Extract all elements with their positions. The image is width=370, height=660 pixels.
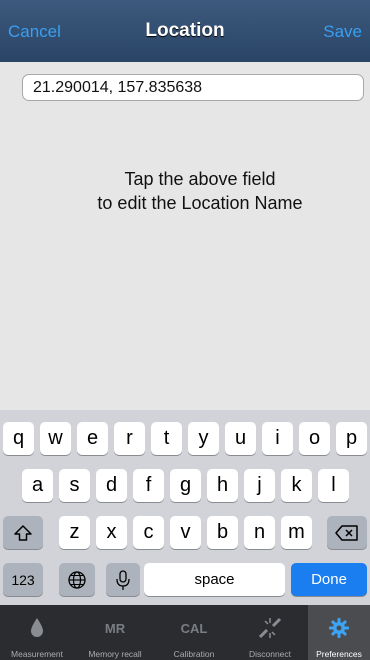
key-m[interactable]: m (281, 516, 312, 549)
key-p[interactable]: p (336, 422, 367, 455)
disconnect-icon (232, 615, 308, 641)
microphone-icon (116, 569, 130, 590)
delete-key[interactable] (327, 516, 367, 549)
keyboard: q w e r t y u i o p a s d f g h j k l z … (0, 410, 370, 605)
tab-disconnect[interactable]: Disconnect (232, 605, 308, 660)
key-v[interactable]: v (170, 516, 201, 549)
shift-key[interactable] (3, 516, 43, 549)
done-key[interactable]: Done (291, 563, 367, 596)
tab-calibration[interactable]: CAL Calibration (156, 605, 232, 660)
memory-recall-icon: MR (104, 620, 126, 636)
nav-bar: Cancel Location Save (0, 0, 370, 62)
key-s[interactable]: s (59, 469, 90, 502)
key-r[interactable]: r (114, 422, 145, 455)
hint-line-1: Tap the above field (124, 169, 276, 189)
tab-bar: Measurement MR Memory recall CAL Calibra… (0, 605, 370, 660)
calibration-icon: CAL (180, 620, 208, 636)
tab-label: Calibration (173, 649, 215, 659)
key-j[interactable]: j (244, 469, 275, 502)
tab-memory-recall[interactable]: MR Memory recall (74, 605, 156, 660)
globe-key[interactable] (59, 563, 95, 596)
globe-icon (68, 570, 86, 589)
numbers-key[interactable]: 123 (3, 563, 43, 596)
key-h[interactable]: h (207, 469, 238, 502)
key-a[interactable]: a (22, 469, 53, 502)
page-title: Location (145, 20, 225, 41)
backspace-icon (335, 524, 358, 541)
key-k[interactable]: k (281, 469, 312, 502)
key-b[interactable]: b (207, 516, 238, 549)
location-screen: Cancel Location Save 21.290014, 157.8356… (0, 0, 370, 660)
key-x[interactable]: x (96, 516, 127, 549)
shift-icon (14, 524, 32, 541)
tab-label: Disconnect (248, 649, 292, 659)
tab-label: Memory recall (88, 649, 142, 659)
key-o[interactable]: o (299, 422, 330, 455)
key-l[interactable]: l (318, 469, 349, 502)
key-z[interactable]: z (59, 516, 90, 549)
key-g[interactable]: g (170, 469, 201, 502)
tab-measurement[interactable]: Measurement (0, 605, 74, 660)
tab-label: Preferences (316, 649, 362, 659)
gear-icon (308, 615, 370, 641)
key-y[interactable]: y (188, 422, 219, 455)
key-f[interactable]: f (133, 469, 164, 502)
key-i[interactable]: i (262, 422, 293, 455)
dictation-key[interactable] (106, 563, 140, 596)
key-w[interactable]: w (40, 422, 71, 455)
key-q[interactable]: q (3, 422, 34, 455)
save-button[interactable]: Save (323, 22, 362, 42)
location-name-input[interactable]: 21.290014, 157.835638 (22, 74, 364, 101)
key-c[interactable]: c (133, 516, 164, 549)
tab-label: Measurement (11, 649, 63, 659)
tab-preferences[interactable]: Preferences (308, 605, 370, 660)
hint-line-2: to edit the Location Name (97, 193, 303, 213)
key-e[interactable]: e (77, 422, 108, 455)
key-d[interactable]: d (96, 469, 127, 502)
key-n[interactable]: n (244, 516, 275, 549)
drop-icon (0, 615, 74, 641)
space-key[interactable]: space (144, 563, 285, 596)
key-u[interactable]: u (225, 422, 256, 455)
key-t[interactable]: t (151, 422, 182, 455)
